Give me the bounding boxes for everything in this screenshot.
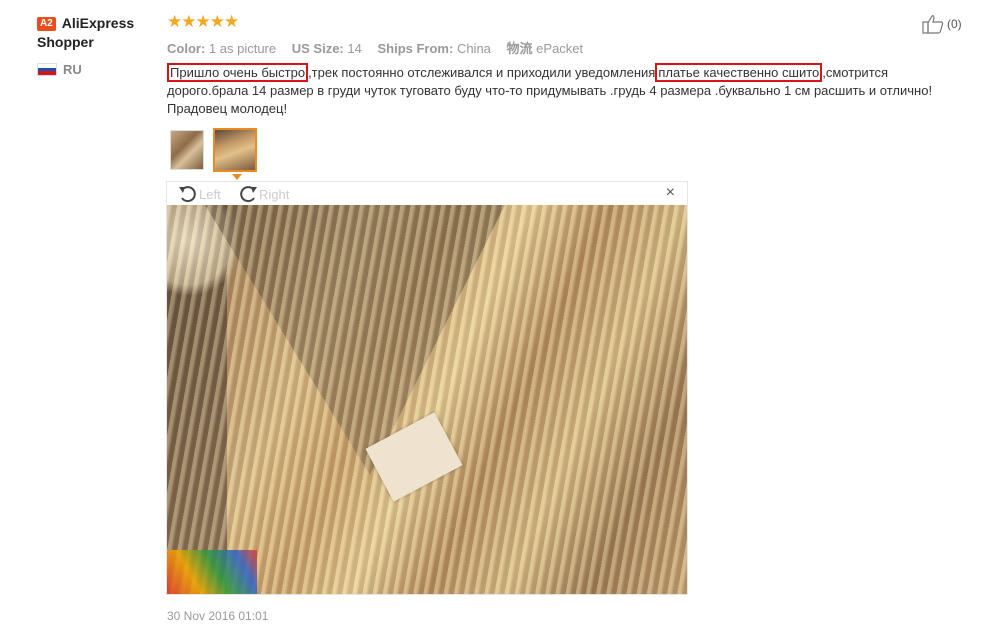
size-value: 14: [347, 41, 362, 56]
review-text: Пришло очень быстро ,трек постоянно отсле…: [167, 63, 967, 118]
photo-thumbnail-2-selected[interactable]: [213, 128, 257, 172]
photo-sequin-texture: [167, 205, 687, 594]
photo-thumbnails: [170, 128, 257, 172]
selected-thumbnail-caret: [232, 174, 242, 180]
order-meta: Color: 1 as picture US Size: 14 Ships Fr…: [167, 38, 595, 57]
rotate-left-button[interactable]: Left: [177, 184, 221, 204]
photo-thumbnail-1[interactable]: [170, 130, 204, 170]
rotate-right-button[interactable]: Right: [237, 184, 289, 204]
country-code: RU: [63, 62, 82, 77]
logistics-value: ePacket: [536, 41, 584, 56]
reviewer-name-block: A2 AliExpress Shopper: [37, 14, 162, 52]
rotate-right-icon: [240, 186, 257, 203]
russia-flag-icon: [37, 63, 57, 76]
review-photo: [167, 205, 687, 594]
ships-from-value: China: [456, 41, 491, 56]
thumbs-up-icon: [922, 15, 944, 34]
size-label: US Size:: [291, 41, 344, 56]
viewer-toolbar: Left Right ×: [167, 182, 687, 205]
photo-colorful-corner: [167, 550, 257, 594]
helpful-button[interactable]: (0): [922, 14, 962, 34]
rotate-right-label: Right: [259, 186, 290, 202]
logistics-label: 物流: [506, 41, 533, 56]
highlight-box-2: платье качественно сшито: [655, 63, 823, 82]
ships-from-label: Ships From:: [377, 41, 454, 56]
reviewer-country: RU: [37, 62, 162, 77]
star-rating: ★★★★★: [167, 12, 239, 31]
buyer-level-badge: A2: [37, 17, 56, 31]
close-icon[interactable]: ×: [666, 184, 675, 202]
rotate-left-icon: [179, 186, 196, 203]
review-text-part: ,трек постоянно отслеживался и приходили…: [308, 65, 656, 80]
review-date: 30 Nov 2016 01:01: [167, 609, 269, 623]
helpful-count: (0): [947, 17, 962, 31]
rotate-left-label: Left: [199, 186, 221, 202]
color-label: Color:: [167, 41, 206, 56]
color-value: 1 as picture: [208, 41, 277, 56]
photo-viewer: Left Right ×: [166, 181, 688, 595]
reviewer-info: A2 AliExpress Shopper RU: [37, 14, 162, 77]
highlight-box-1: Пришло очень быстро: [167, 63, 309, 82]
